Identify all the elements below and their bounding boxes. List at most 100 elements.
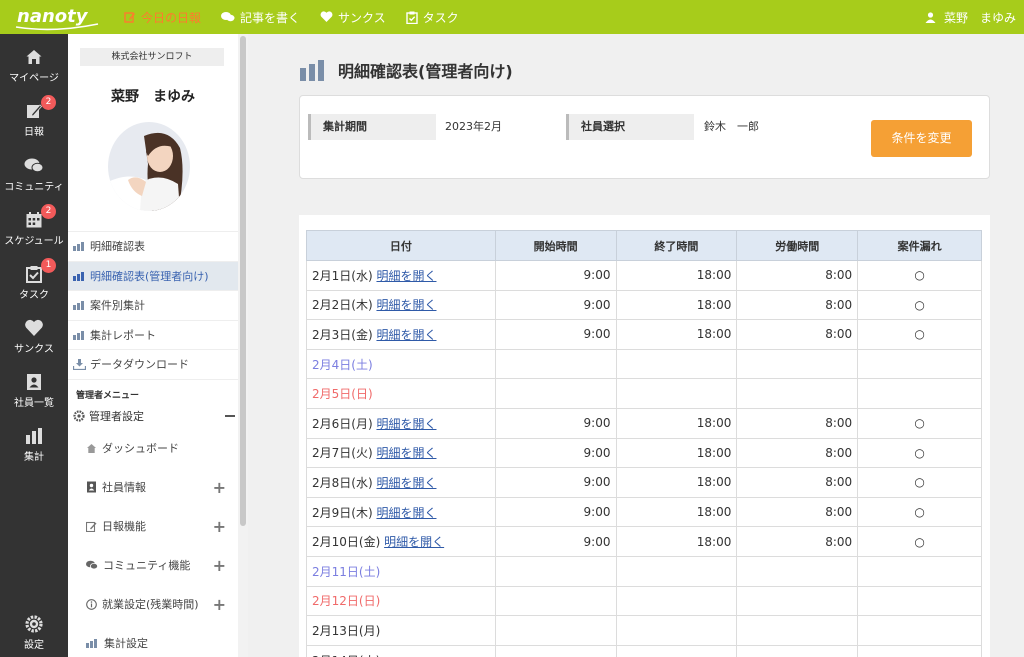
expand-icon[interactable]: + [213,478,226,497]
nanoty-logo[interactable]: nanoty [14,3,100,31]
date-text: 2月10日(金) [312,535,381,550]
table-row: 2月12日(日) [306,585,982,617]
leftnav-report[interactable]: 2 日報 [0,95,68,138]
admin-item-label: 日報機能 [102,520,146,533]
leftnav-thanks[interactable]: サンクス [0,319,68,355]
end-time-cell: 18:00 [615,526,738,557]
admin-settings-label: 管理者設定 [89,409,144,423]
end-time-cell: 18:00 [615,319,738,350]
menu-data-download[interactable]: データダウンロード [68,349,238,379]
work-time-cell: 8:00 [736,260,859,291]
work-time-cell: 8:00 [736,437,859,469]
sidebar-scrollbar[interactable] [238,34,248,657]
menu-detail-check[interactable]: 明細確認表 [68,231,238,261]
leftnav-aggregate[interactable]: 集計 [0,427,68,463]
start-time-cell [494,585,617,617]
open-detail-link[interactable]: 明細を開く [376,298,436,312]
nav-label: サンクス [338,10,386,25]
menu-detail-check-admin[interactable]: 明細確認表(管理者向け) [68,260,238,290]
end-time-cell [615,348,738,380]
admin-item-dashboard[interactable]: ダッシュボード [68,429,238,468]
top-bar: nanoty 今日の日報 記事を書く サンクス タスク 菜野 まゆみ [0,0,1024,34]
work-time-cell: 8:00 [736,319,859,350]
menu-label: 案件別集計 [90,299,145,313]
work-time-cell: 8:00 [736,526,859,557]
clipboard-icon [26,266,42,283]
change-condition-button[interactable]: 条件を変更 [871,120,972,157]
end-time-cell: 18:00 [615,437,738,469]
user-icon [925,11,936,23]
top-nav: 今日の日報 記事を書く サンクス タスク [124,0,479,34]
open-detail-link[interactable]: 明細を開く [376,328,436,342]
avatar[interactable] [108,122,190,211]
work-time-cell: 8:00 [736,289,859,321]
nav-task[interactable]: タスク [405,9,459,26]
work-time-cell [736,644,859,657]
date-cell: 2月6日(月) 明細を開く [306,407,496,439]
logo-text: nanoty [17,6,89,27]
date-cell: 2月9日(木) 明細を開く [306,496,496,528]
expand-icon[interactable]: + [213,595,226,614]
admin-item-label: 社員情報 [102,481,146,494]
leftnav-label: タスク [19,290,49,301]
end-time-cell: 18:00 [615,467,738,498]
leftnav-settings[interactable]: 設定 [0,615,68,651]
scrollbar-thumb[interactable] [240,36,246,526]
missing-project-cell: ○ [857,437,982,469]
open-detail-link[interactable]: 明細を開く [376,446,436,460]
admin-settings-toggle[interactable]: 管理者設定 [68,403,238,429]
nav-write-article[interactable]: 記事を書く [221,9,300,26]
date-cell: 2月10日(金) 明細を開く [306,526,496,557]
admin-item-employee-info[interactable]: 社員情報 + [68,468,238,507]
admin-item-report-function[interactable]: 日報機能 + [68,507,238,546]
end-time-cell [615,615,738,646]
nav-today-report[interactable]: 今日の日報 [124,9,201,26]
leftnav-schedule[interactable]: 2 スケジュール [0,204,68,247]
collapse-icon[interactable] [225,414,235,417]
nav-thanks[interactable]: サンクス [320,9,386,26]
nav-label: 今日の日報 [141,10,202,25]
open-detail-link[interactable]: 明細を開く [376,476,436,490]
date-cell: 2月1日(水) 明細を開く [306,260,496,291]
end-time-cell: 18:00 [615,496,738,528]
leftnav-task[interactable]: 1 タスク [0,258,68,301]
leftnav-label: 設定 [24,640,44,651]
menu-project-aggregate[interactable]: 案件別集計 [68,290,238,320]
table-body: 2月1日(水) 明細を開く 9:00 18:00 8:00 ○ 2月2日(木) 明細を開く… [306,260,982,657]
leftnav-mypage[interactable]: マイページ [0,48,68,84]
top-user-menu[interactable]: 菜野 まゆみ [925,0,1016,34]
open-detail-link[interactable]: 明細を開く [384,535,444,549]
column-header: 開始時間 [494,230,617,261]
admin-item-community-function[interactable]: コミュニティ機能 + [68,546,238,585]
nav-label: タスク [422,10,459,25]
open-detail-link[interactable]: 明細を開く [376,506,436,520]
notification-badge: 1 [41,258,56,273]
date-cell: 2月11日(土) [306,555,496,587]
period-label: 集計期間 [308,114,436,140]
top-user-name: 菜野 まゆみ [943,10,1016,25]
missing-project-cell [857,644,982,657]
menu-aggregate-report[interactable]: 集計レポート [68,319,238,350]
end-time-cell [615,585,738,617]
end-time-cell [615,555,738,587]
expand-icon[interactable]: + [213,556,226,575]
work-time-cell [736,585,859,617]
avatar-photo [108,122,190,211]
expand-icon[interactable]: + [213,517,226,536]
admin-item-aggregate-settings[interactable]: 集計設定 [68,624,238,657]
leftnav-community[interactable]: コミュニティ [0,157,68,193]
leftnav-employees[interactable]: 社員一覧 [0,373,68,409]
menu-label: 集計レポート [90,328,156,342]
start-time-cell: 9:00 [494,289,617,321]
leftnav-label: 集計 [24,452,44,463]
open-detail-link[interactable]: 明細を開く [376,269,436,283]
start-time-cell [494,348,617,380]
employee-value: 鈴木 一郎 [704,120,759,133]
date-text: 2月11日(土) [312,564,381,579]
table-row: 2月10日(金) 明細を開く 9:00 18:00 8:00 ○ [306,526,982,557]
admin-item-work-settings[interactable]: 就業設定(残業時間) + [68,585,238,624]
open-detail-link[interactable]: 明細を開く [376,417,436,431]
bar-chart-icon [73,271,84,281]
sidebar: 株式会社サンロフト 菜野 まゆみ 明細確認表 明細確認表(管理者向け) 案件別集… [68,34,248,657]
leftnav-label: 社員一覧 [14,398,54,409]
